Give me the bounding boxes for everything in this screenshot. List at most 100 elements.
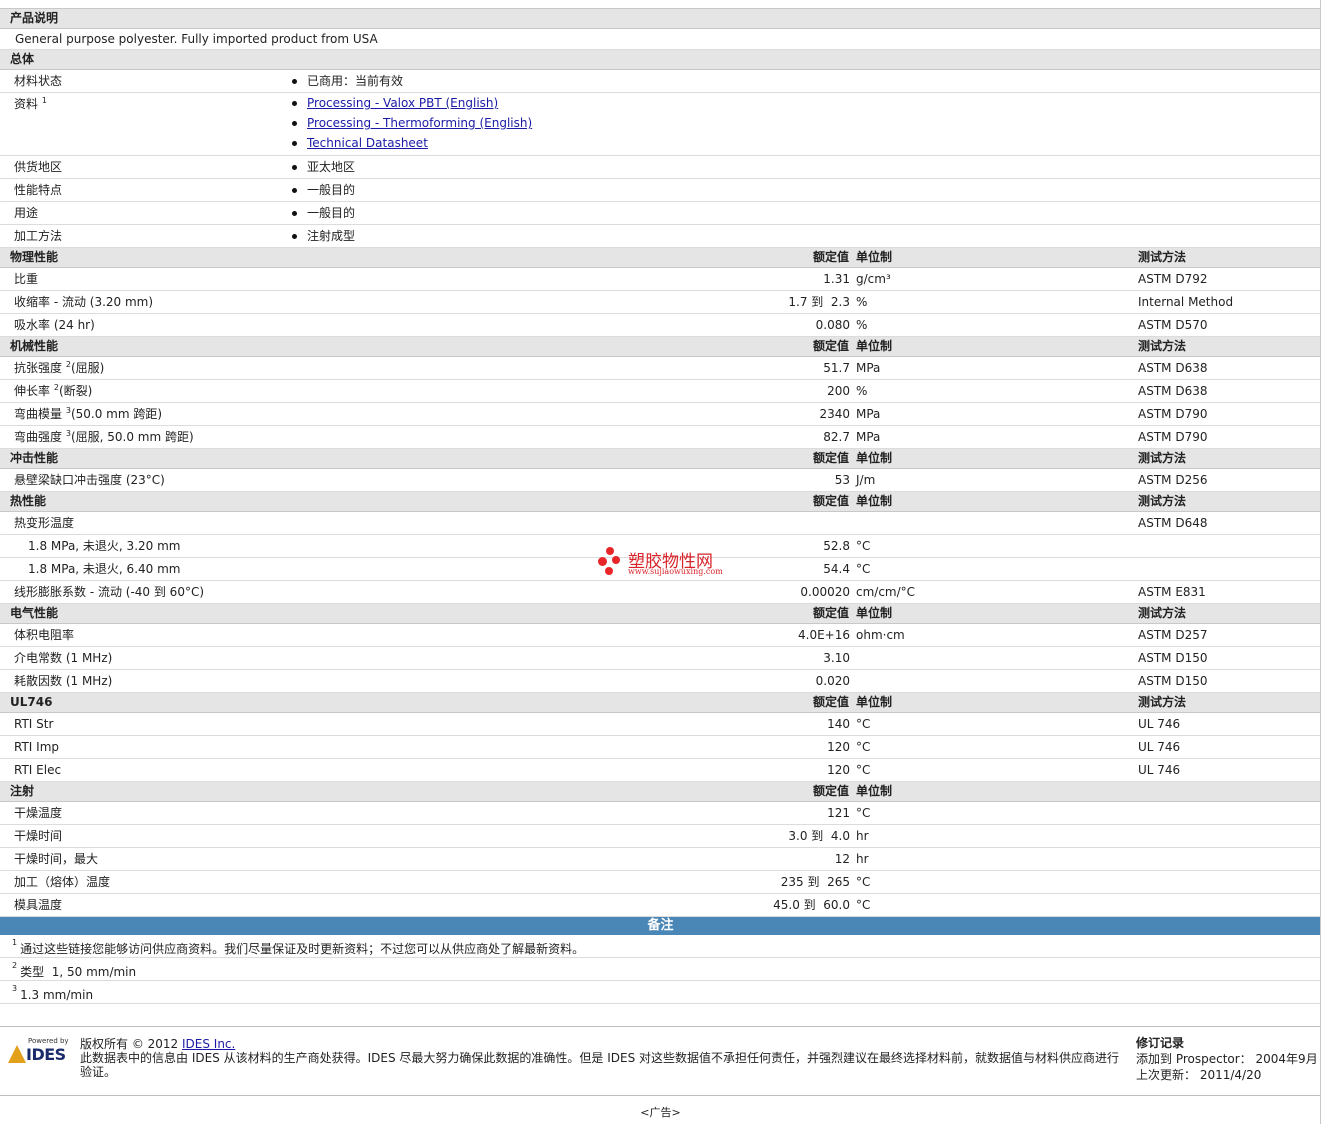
footnote-ref: 3 [65, 429, 71, 438]
property-row: RTI Str 140 °C UL 746 [0, 713, 1321, 736]
updated-label: 上次更新： [1136, 1068, 1197, 1082]
general-label-text: 资料 [14, 97, 39, 111]
test-method: ASTM D790 [1138, 407, 1208, 421]
general-label-text: 性能特点 [14, 183, 63, 197]
ides-link[interactable]: IDES Inc. [182, 1037, 235, 1051]
section-title: 电气性能 [10, 606, 59, 620]
property-label: 热变形温度 [14, 512, 74, 534]
property-value: 2340 [819, 407, 850, 421]
property-label: 线形膨胀系数 - 流动 (-40 到 60°C) [14, 581, 204, 603]
section-header-description: 产品说明 [0, 9, 1321, 29]
column-header-value: 额定值 [812, 451, 849, 465]
test-method: ASTM D638 [1138, 361, 1208, 375]
property-name: 加工（熔体）温度 [14, 875, 111, 889]
property-row: 弯曲模量 3(50.0 mm 跨距) 2340 MPa ASTM D790 [0, 403, 1321, 426]
general-label: 加工方法 [14, 225, 62, 247]
general-label: 用途 [14, 202, 38, 224]
test-method: ASTM D638 [1138, 384, 1208, 398]
general-rows: 材料状态 已商用：当前有效 资料 1 Processing - Valox PBT (… [0, 70, 1321, 248]
column-header-method: 测试方法 [1138, 339, 1187, 353]
property-row: 弯曲强度 3(屈服, 50.0 mm 跨距) 82.7 MPa ASTM D790 [0, 426, 1321, 449]
property-label: 干燥时间，最大 [14, 848, 98, 870]
revision-history: 修订记录 添加到 Prospector： 2004年9月 上次更新： 2011/… [1136, 1035, 1318, 1083]
test-method: UL 746 [1138, 763, 1181, 777]
property-row: 悬壁梁缺口冲击强度 (23°C) 53 J/m ASTM D256 [0, 469, 1321, 492]
footnote-ref: 1 [41, 96, 47, 105]
footer: Powered by IDES 版权所有 © 2012 IDES Inc. 此数… [0, 1026, 1321, 1096]
document-link[interactable]: Processing - Valox PBT (English) [307, 96, 498, 110]
property-sections: 物理性能 额定值 单位制 测试方法 比重 1.31 g/cm³ ASTM D792 收缩率 - … [0, 248, 1321, 917]
property-unit: hr [856, 852, 869, 866]
property-label: 1.8 MPa, 未退火, 6.40 mm [28, 558, 180, 580]
property-value: 12 [834, 852, 850, 866]
property-unit: J/m [856, 473, 876, 487]
property-unit: MPa [856, 407, 881, 421]
test-method: UL 746 [1138, 740, 1181, 754]
column-header-method: 测试方法 [1138, 695, 1187, 709]
general-row: 材料状态 已商用：当前有效 [0, 70, 1321, 93]
document-link[interactable]: Processing - Thermoforming (English) [307, 116, 532, 130]
property-unit: hr [856, 829, 869, 843]
note-number: 1 [12, 938, 18, 947]
general-values: 一般目的 [291, 203, 355, 223]
property-label: RTI Str [14, 713, 53, 735]
property-unit: % [856, 384, 868, 398]
document-link[interactable]: Technical Datasheet [307, 136, 428, 150]
column-header-unit: 单位制 [856, 784, 893, 798]
section-title: 产品说明 [10, 11, 59, 25]
general-row: 供货地区 亚太地区 [0, 156, 1321, 179]
test-method: ASTM D150 [1138, 674, 1208, 688]
property-unit: °C [856, 740, 871, 754]
property-name: 耗散因数 (1 MHz) [14, 674, 113, 688]
note-text: 类型 1, 50 mm/min [20, 965, 137, 979]
watermark-logo: 塑胶物性网 www.sujiaowuxing.com [598, 545, 728, 579]
property-unit: ohm·cm [856, 628, 905, 642]
general-label: 性能特点 [14, 179, 62, 201]
note-number: 3 [12, 984, 18, 993]
property-name: 体积电阻率 [14, 628, 75, 642]
property-unit: °C [856, 806, 871, 820]
test-method: ASTM D570 [1138, 318, 1208, 332]
property-name: 吸水率 (24 hr) [14, 318, 95, 332]
test-method: ASTM E831 [1138, 585, 1206, 599]
property-label: 弯曲模量 3(50.0 mm 跨距) [14, 403, 162, 425]
general-values: Processing - Valox PBT (English) Processi… [291, 93, 532, 153]
column-header-value: 额定值 [812, 606, 849, 620]
section-header-mechanical: 机械性能 额定值 单位制 测试方法 [0, 337, 1321, 357]
general-row: 性能特点 一般目的 [0, 179, 1321, 202]
logo-powered-by: Powered by [28, 1037, 69, 1045]
property-label: 模具温度 [14, 894, 62, 916]
general-value-item: 一般目的 [291, 180, 355, 200]
property-label: 介电常数 (1 MHz) [14, 647, 112, 669]
section-header-thermal: 热性能 额定值 单位制 测试方法 [0, 492, 1321, 512]
property-value: 3.0 到 4.0 [788, 829, 850, 843]
property-row: 吸水率 (24 hr) 0.080% ASTM D570 [0, 314, 1321, 337]
property-name: 介电常数 (1 MHz) [14, 651, 113, 665]
property-label: 悬壁梁缺口冲击强度 (23°C) [14, 469, 165, 491]
column-header-value: 额定值 [812, 250, 849, 264]
ides-logo[interactable]: Powered by IDES [8, 1037, 70, 1069]
general-label: 资料 1 [14, 93, 47, 115]
general-label-text: 用途 [14, 206, 39, 220]
property-name: 抗张强度 [14, 361, 63, 375]
property-value: 0.00020 [800, 585, 850, 599]
column-header-value: 额定值 [812, 494, 849, 508]
section-header-electrical: 电气性能 额定值 单位制 测试方法 [0, 604, 1321, 624]
property-label: 体积电阻率 [14, 624, 74, 646]
logo-text: IDES [26, 1045, 66, 1064]
property-value: 51.7 [823, 361, 850, 375]
copyright-block: 版权所有 © 2012 IDES Inc. 此数据表中的信息由 IDES 从该材… [80, 1037, 1120, 1079]
property-label: 干燥温度 [14, 802, 62, 824]
footnote-ref: 3 [65, 406, 71, 415]
watermark-dot [606, 547, 614, 555]
property-value: 54.4 [823, 562, 850, 576]
property-label: RTI Imp [14, 736, 59, 758]
property-name: 线形膨胀系数 - 流动 (-40 到 60°C) [14, 585, 205, 599]
property-unit: °C [856, 875, 871, 889]
test-method: UL 746 [1138, 717, 1181, 731]
general-row: 用途 一般目的 [0, 202, 1321, 225]
note-text: 1.3 mm/min [20, 988, 94, 1002]
property-label: 弯曲强度 3(屈服, 50.0 mm 跨距) [14, 426, 194, 448]
property-value: 200 [827, 384, 850, 398]
property-value: 120 [827, 763, 850, 777]
